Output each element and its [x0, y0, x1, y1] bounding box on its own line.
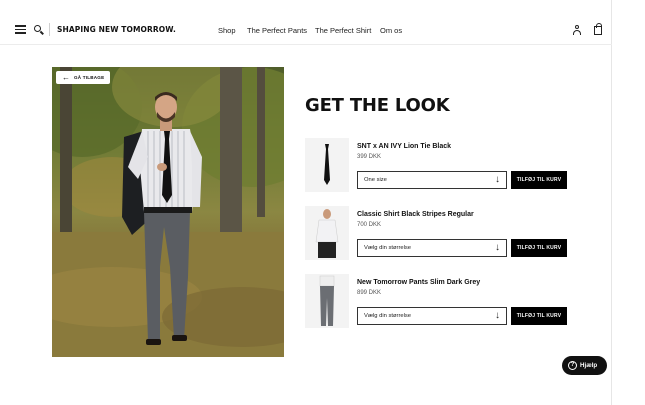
user-icon[interactable] — [573, 25, 581, 35]
page: SHAPING NEW TOMORROW. Shop The Perfect P… — [0, 0, 612, 405]
help-button[interactable]: ? Hjælp — [562, 356, 607, 375]
pants-image — [319, 275, 335, 326]
add-to-cart-button[interactable]: TILFØJ TIL KURV — [511, 307, 567, 325]
product-name[interactable]: New Tomorrow Pants Slim Dark Grey — [357, 279, 480, 286]
arrow-left-icon: ← — [62, 72, 70, 82]
arrow-down-icon: ↓ — [495, 242, 500, 253]
product-thumbnail-pants[interactable] — [305, 274, 349, 328]
size-select-value: Vælg din størrelse — [364, 245, 412, 251]
product-price: 899 DKK — [357, 290, 382, 296]
size-select[interactable]: Vælg din størrelse ↓ — [357, 307, 507, 325]
size-select[interactable]: One size ↓ — [357, 171, 507, 189]
product-price: 399 DKK — [357, 154, 382, 160]
product-thumbnail-tie[interactable] — [305, 138, 349, 192]
add-to-cart-button[interactable]: TILFØJ TIL KURV — [511, 239, 567, 257]
help-icon: ? — [568, 361, 577, 370]
header-divider — [49, 23, 50, 36]
arrow-down-icon: ↓ — [495, 310, 500, 321]
nav-om-os[interactable]: Om os — [380, 26, 402, 35]
bag-icon[interactable] — [594, 23, 602, 35]
product-thumbnail-shirt[interactable] — [305, 206, 349, 260]
arrow-down-icon: ↓ — [495, 174, 500, 185]
size-select[interactable]: Vælg din størrelse ↓ — [357, 239, 507, 257]
size-select-value: Vælg din størrelse — [364, 313, 412, 319]
nav-perfect-shirt[interactable]: The Perfect Shirt — [315, 26, 371, 35]
nav-perfect-pants[interactable]: The Perfect Pants — [247, 26, 307, 35]
back-button-label: GÅ TILBAGE — [74, 75, 105, 80]
product-name[interactable]: SNT x AN IVY Lion Tie Black — [357, 143, 451, 150]
product-name[interactable]: Classic Shirt Black Stripes Regular — [357, 211, 474, 218]
help-label: Hjælp — [580, 362, 598, 369]
hero-image — [52, 67, 284, 357]
nav-shop[interactable]: Shop — [218, 26, 236, 35]
search-icon[interactable] — [34, 25, 44, 35]
add-to-cart-button[interactable]: TILFØJ TIL KURV — [511, 171, 567, 189]
back-button[interactable]: ← GÅ TILBAGE — [56, 71, 111, 84]
brand-logo[interactable]: SHAPING NEW TOMORROW. — [57, 25, 176, 34]
hero-photo-illustration — [52, 67, 284, 357]
menu-icon[interactable] — [15, 25, 26, 34]
tie-image — [324, 144, 330, 185]
site-header: SHAPING NEW TOMORROW. Shop The Perfect P… — [0, 0, 612, 45]
shirt-image — [315, 209, 339, 258]
product-price: 700 DKK — [357, 222, 382, 228]
page-title: GET THE LOOK — [305, 95, 450, 116]
size-select-value: One size — [364, 177, 387, 183]
